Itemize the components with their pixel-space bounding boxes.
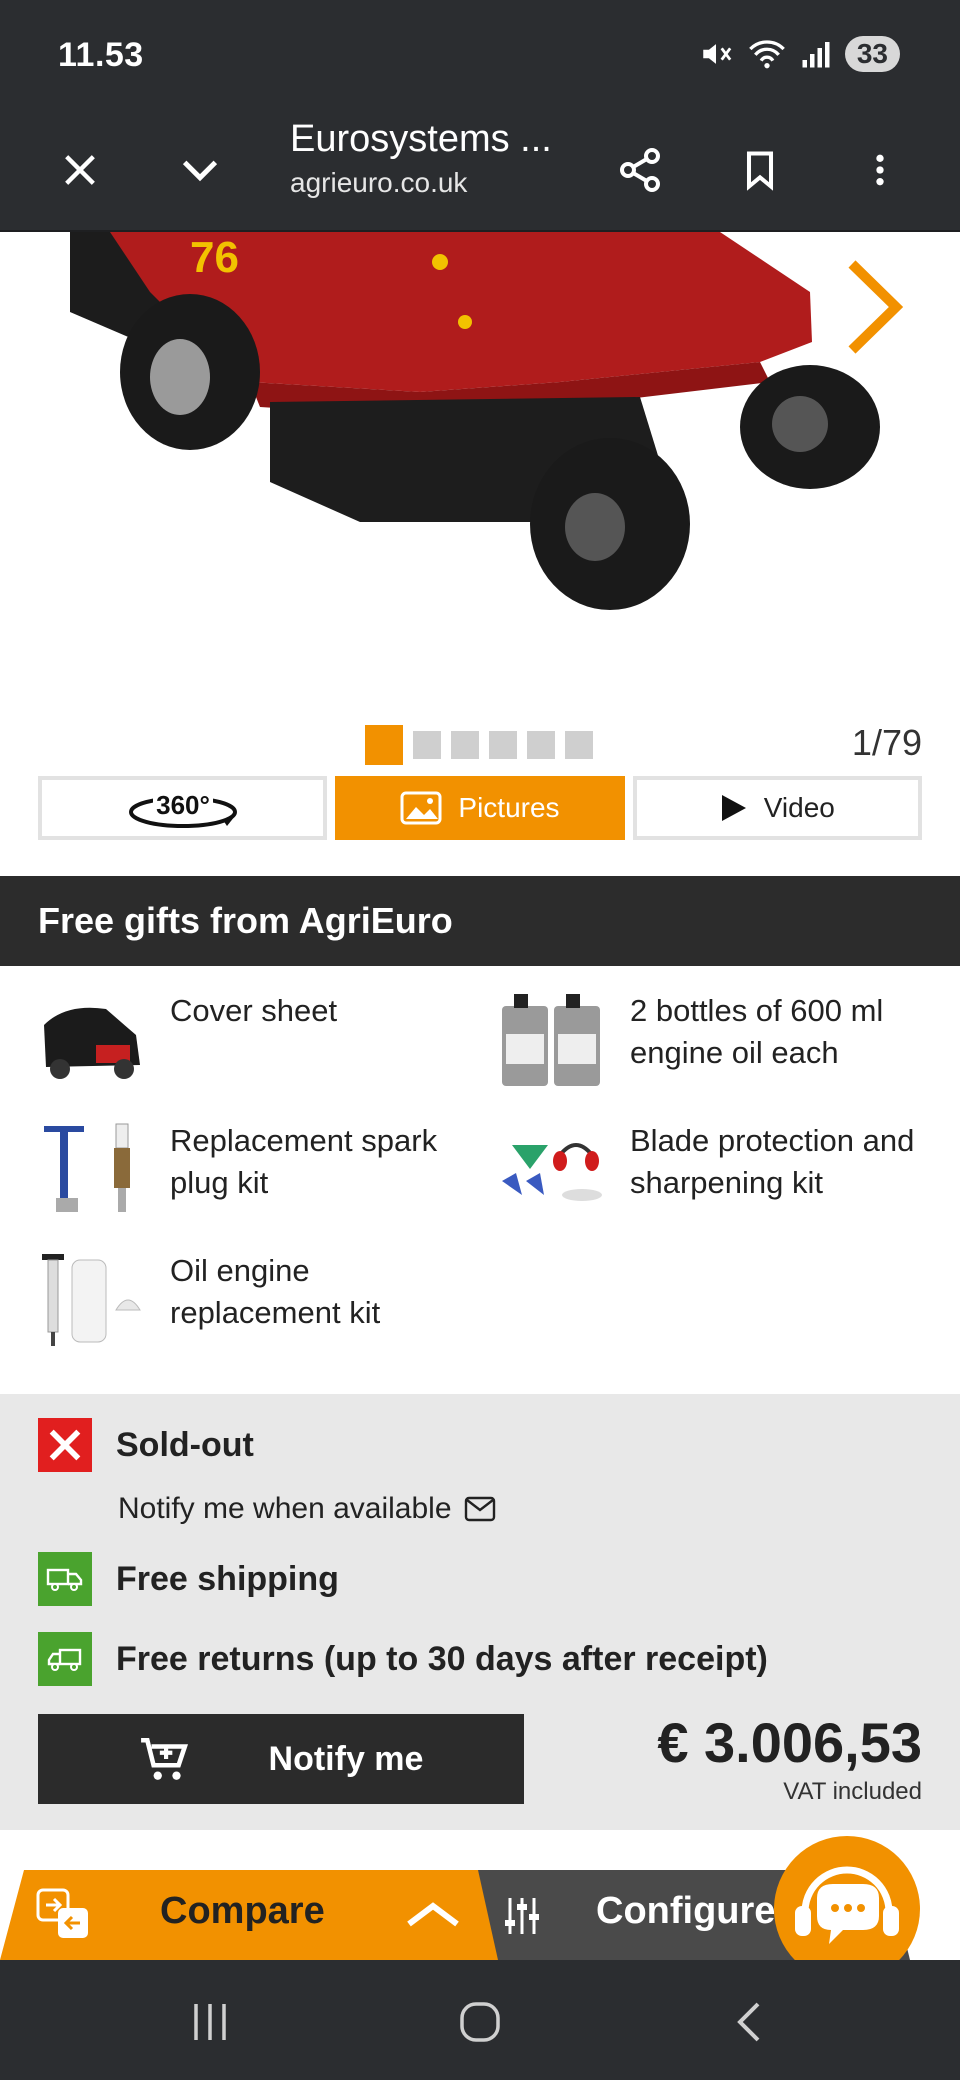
cover-sheet-image <box>36 990 146 1090</box>
spark-plug-kit-image <box>36 1120 146 1220</box>
image-icon <box>400 791 442 825</box>
mute-icon <box>703 44 732 64</box>
rotate-360-icon: 360° <box>128 790 237 828</box>
svg-text:76: 76 <box>190 233 239 282</box>
tab-video[interactable]: Video <box>632 776 922 840</box>
more-vertical-icon <box>876 154 884 186</box>
oil-bottles-image <box>496 990 606 1090</box>
chevron-right-icon <box>848 260 904 354</box>
next-image-button[interactable] <box>838 252 908 362</box>
chevron-up-icon <box>407 1902 459 1927</box>
compare-label: Compare <box>160 1890 325 1932</box>
gift-item: 2 bottles of 600 ml engine oil each <box>496 990 940 1090</box>
gift-item: Replacement spark plug kit <box>36 1120 480 1220</box>
gift-item: Blade protection and sharpening kit <box>496 1120 940 1220</box>
free-returns-label: Free returns (up to 30 days after receip… <box>116 1639 768 1678</box>
browser-toolbar: Eurosystems ... agrieuro.co.uk <box>0 110 960 232</box>
gifts-heading: Free gifts from AgriEuro <box>0 876 960 966</box>
back-icon <box>737 2002 760 2042</box>
tab-video-label: Video <box>763 792 835 823</box>
sliders-icon <box>505 1898 539 1934</box>
free-returns-row: Free returns (up to 30 days after receip… <box>38 1632 768 1686</box>
gifts-list: Cover sheet 2 bottles of 600 ml engine o… <box>0 966 960 1394</box>
tab-360[interactable]: 360° <box>38 776 328 840</box>
truck-icon <box>38 1552 92 1606</box>
image-pagination-dots <box>365 725 593 765</box>
bookmark-icon <box>746 151 774 191</box>
notify-me-label: Notify me <box>268 1739 424 1778</box>
return-truck-icon <box>38 1632 92 1686</box>
configure-label: Configure <box>596 1890 776 1932</box>
back-button[interactable] <box>720 1992 780 2052</box>
notify-link-label: Notify me when available <box>118 1492 452 1525</box>
tab-pictures[interactable]: Pictures <box>335 776 625 840</box>
availability-box: Sold-out Notify me when available Free s… <box>0 1394 960 1830</box>
recent-apps-icon <box>194 2004 226 2040</box>
share-button[interactable] <box>602 132 678 208</box>
share-icon <box>620 148 660 192</box>
page-title: Eurosystems ... <box>290 118 552 160</box>
close-button[interactable] <box>42 132 118 208</box>
compare-button[interactable]: Compare <box>0 1870 500 1960</box>
image-counter: 1/79 <box>851 722 922 763</box>
product-price: € 3.006,53 <box>657 1711 922 1774</box>
sold-out-icon <box>38 1418 92 1472</box>
media-tabs: 360° Pictures Video <box>38 776 922 840</box>
recent-apps-button[interactable] <box>180 1992 240 2052</box>
notify-me-button[interactable]: Notify me <box>38 1714 524 1804</box>
signal-icon <box>802 42 830 68</box>
gift-label: 2 bottles of 600 ml engine oil each <box>630 993 884 1070</box>
chevron-down-icon <box>182 160 218 182</box>
close-icon <box>65 155 95 185</box>
home-button[interactable] <box>450 1992 510 2052</box>
pagination-dot[interactable] <box>413 731 441 759</box>
notify-when-available-link[interactable]: Notify me when available <box>118 1492 496 1526</box>
gift-label: Replacement spark plug kit <box>170 1123 438 1200</box>
system-nav-bar <box>0 1960 960 2080</box>
battery-badge: 33 <box>844 36 900 72</box>
cart-icon <box>140 1737 188 1780</box>
wifi-icon <box>748 40 785 69</box>
page-url: agrieuro.co.uk <box>290 167 468 198</box>
status-icons: 33 <box>699 36 900 72</box>
gift-label: Blade protection and sharpening kit <box>630 1123 915 1200</box>
vat-note: VAT included <box>783 1778 922 1805</box>
gift-label: Oil engine replacement kit <box>170 1253 381 1330</box>
more-menu-button[interactable] <box>842 132 918 208</box>
mail-icon <box>464 1496 495 1522</box>
sold-out-label: Sold-out <box>116 1425 254 1464</box>
product-image: 76 <box>70 232 880 610</box>
status-bar: 11.53 33 <box>0 0 960 110</box>
pagination-dot[interactable] <box>565 731 593 759</box>
compare-icon <box>36 1888 88 1938</box>
tab-360-label: 360° <box>156 790 210 820</box>
gift-item: Oil engine replacement kit <box>36 1250 480 1350</box>
oil-replacement-kit-image <box>36 1250 146 1350</box>
home-icon <box>460 2002 500 2042</box>
sold-out-row: Sold-out <box>38 1418 254 1472</box>
page-title-block[interactable]: Eurosystems ... agrieuro.co.uk <box>290 118 590 199</box>
bookmark-button[interactable] <box>722 132 798 208</box>
free-shipping-row: Free shipping <box>38 1552 339 1606</box>
play-icon <box>721 795 746 821</box>
pagination-dot[interactable] <box>527 731 555 759</box>
tab-pictures-label: Pictures <box>458 792 560 823</box>
gift-item: Cover sheet <box>36 990 480 1090</box>
status-time: 11.53 <box>58 36 144 74</box>
blade-kit-image <box>496 1120 606 1220</box>
collapse-button[interactable] <box>162 132 238 208</box>
gift-label: Cover sheet <box>170 993 338 1028</box>
pagination-dot[interactable] <box>489 731 517 759</box>
pagination-dot[interactable] <box>365 725 403 765</box>
pagination-dot[interactable] <box>451 731 479 759</box>
free-shipping-label: Free shipping <box>116 1559 339 1598</box>
chat-headset-icon <box>795 1866 899 1944</box>
